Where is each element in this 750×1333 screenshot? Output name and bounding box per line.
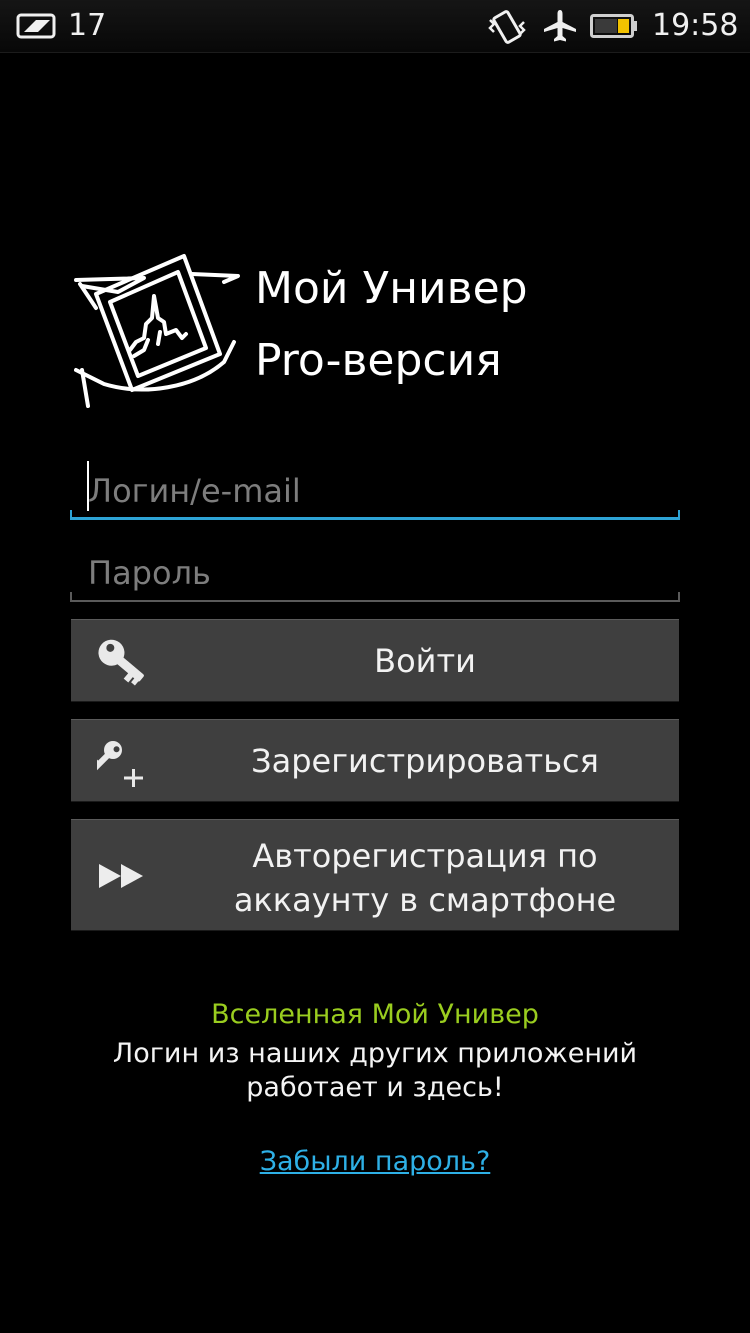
notification-count: 17 [68, 8, 107, 43]
notification-card-icon [16, 12, 60, 40]
login-field[interactable] [70, 462, 680, 520]
universe-title: Вселенная Мой Универ [211, 999, 539, 1030]
battery-icon [590, 14, 638, 38]
autoregistration-button-label: Авторегистрация по аккаунту в смартфоне [191, 834, 659, 922]
autoreg-label-line2: аккаунту в смартфоне [233, 881, 617, 919]
clock: 19:58 [652, 8, 739, 43]
register-button[interactable]: Зарегистрироваться [71, 719, 679, 802]
universe-description-line2: работает и здесь! [246, 1072, 504, 1103]
text-cursor [87, 461, 89, 511]
key-plus-icon [91, 736, 147, 788]
vibrate-icon [486, 8, 528, 46]
register-button-label: Зарегистрироваться [251, 742, 599, 780]
forgot-password-container: Забыли пароль? [0, 1143, 750, 1181]
university-building-logo-icon [74, 252, 242, 410]
autoreg-label-line1: Авторегистрация по [252, 837, 598, 875]
key-icon [95, 638, 149, 688]
password-field-underline [70, 592, 680, 602]
universe-description-line1: Логин из наших других приложений [112, 1038, 638, 1069]
universe-description: Логин из наших других приложений работае… [0, 1037, 750, 1105]
login-button-label: Войти [374, 642, 476, 680]
airplane-icon [543, 9, 577, 43]
password-field[interactable] [70, 544, 680, 602]
fast-forward-icon [97, 862, 145, 890]
login-field-underline [70, 510, 680, 520]
login-button[interactable]: Войти [71, 619, 679, 702]
app-subtitle: Pro-версия [255, 335, 502, 386]
forgot-password-link[interactable]: Забыли пароль? [260, 1146, 491, 1177]
app-title: Мой Универ [255, 263, 528, 314]
autoregistration-button[interactable]: Авторегистрация по аккаунту в смартфоне [71, 819, 679, 931]
status-bar: 17 19:58 [0, 0, 750, 53]
